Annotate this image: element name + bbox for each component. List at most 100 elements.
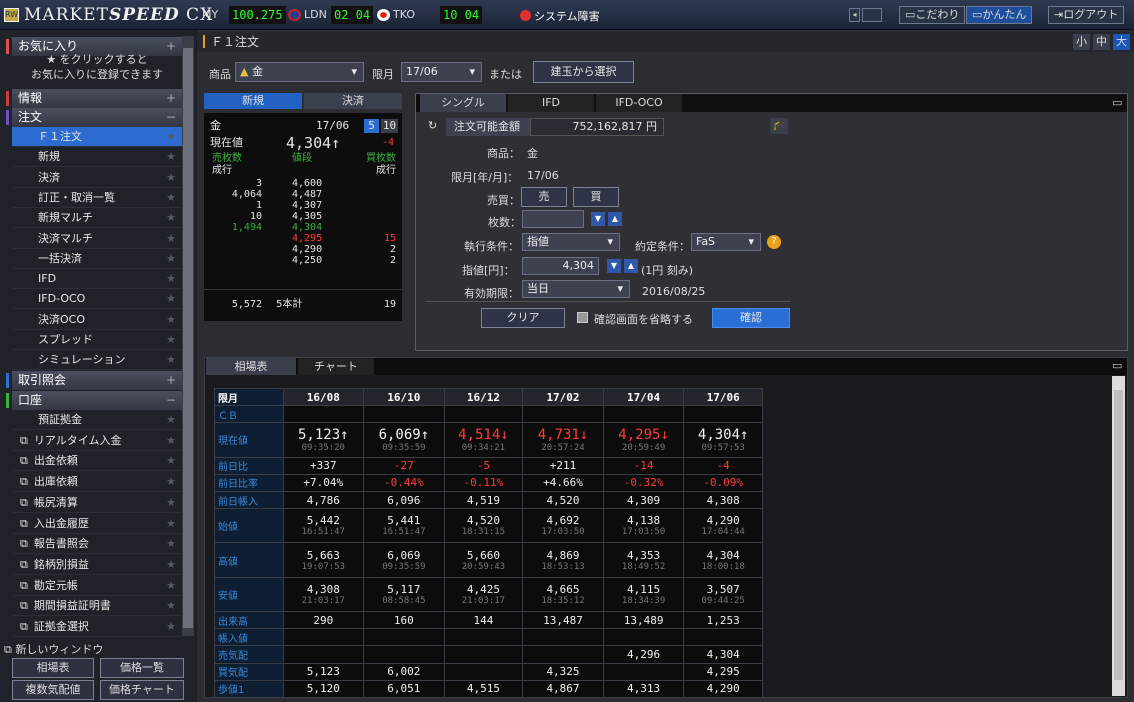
maximize-icon[interactable]: ▭ xyxy=(1112,96,1122,109)
tab-market-table[interactable]: 相場表 xyxy=(206,358,296,375)
star-icon[interactable]: ★ xyxy=(166,249,176,269)
select-from-position-button[interactable]: 建玉から選択 xyxy=(533,61,634,83)
sidebar-item-order-9[interactable]: 決済OCO ★ xyxy=(12,310,182,330)
sidebar-item-account-1[interactable]: ⧉ リアルタイム入金 ★ xyxy=(12,431,182,451)
sidebar-item-order-8[interactable]: IFD-OCO ★ xyxy=(12,289,182,310)
star-icon[interactable]: ★ xyxy=(166,350,176,370)
sidebar-cat-order[interactable]: 注文 − xyxy=(6,108,182,127)
qty-up-icon[interactable]: ▲ xyxy=(608,212,622,226)
sidebar-item-order-6[interactable]: 一括決済 ★ xyxy=(12,249,182,269)
sidebar-item-order-2[interactable]: 決済 ★ xyxy=(12,168,182,188)
kodawari-button[interactable]: ▭こだわり xyxy=(899,6,966,24)
star-icon[interactable]: ★ xyxy=(166,147,176,167)
product-select[interactable]: ▲ 金 ▾ xyxy=(235,62,364,82)
qty-input[interactable] xyxy=(522,210,584,228)
help-icon[interactable]: ? xyxy=(767,235,781,249)
star-icon[interactable]: ★ xyxy=(166,493,176,513)
star-icon[interactable]: ★ xyxy=(166,127,176,147)
logout-button[interactable]: ⇥ログアウト xyxy=(1048,6,1125,24)
sidebar-item-account-4[interactable]: ⧉ 帳尻清算 ★ xyxy=(12,493,182,513)
price-input[interactable]: 4,304 xyxy=(522,257,599,275)
sidebar-item-order-4[interactable]: 新規マルチ ★ xyxy=(12,208,182,229)
expiry-select[interactable]: 当日 ▾ xyxy=(522,280,630,298)
refresh-icon[interactable]: ↻ xyxy=(428,119,442,135)
size-medium-button[interactable]: 中 xyxy=(1093,34,1110,50)
tab-ifd[interactable]: IFD xyxy=(508,94,594,112)
month-select[interactable]: 17/06 ▾ xyxy=(401,62,482,82)
market-sell[interactable]: 成行 xyxy=(212,165,266,177)
tab-ifd-oco[interactable]: IFD-OCO xyxy=(596,94,682,112)
sidebar-item-order-1[interactable]: 新規 ★ xyxy=(12,147,182,168)
star-icon[interactable]: ★ xyxy=(166,208,176,228)
qty-down-icon[interactable]: ▼ xyxy=(591,212,605,226)
star-icon[interactable]: ★ xyxy=(166,596,176,616)
buy-button[interactable]: 買 xyxy=(573,187,619,207)
confirm-button[interactable]: 確認 xyxy=(712,308,790,328)
tab-close[interactable]: 決済 xyxy=(304,93,402,109)
system-alert-link[interactable]: システム障害 xyxy=(520,8,600,24)
tab-chart[interactable]: チャート xyxy=(298,358,374,375)
star-icon[interactable]: ★ xyxy=(166,269,176,289)
price-list-button[interactable]: 価格一覧 xyxy=(100,658,184,678)
star-icon[interactable]: ★ xyxy=(166,617,176,637)
tab-new[interactable]: 新規 xyxy=(204,93,302,109)
sidebar-cat-account[interactable]: 口座 − xyxy=(6,391,182,410)
size-small-button[interactable]: 小 xyxy=(1073,34,1090,50)
sidebar-item-account-0[interactable]: 預証拠金 ★ xyxy=(12,410,182,430)
star-icon[interactable]: ★ xyxy=(166,576,176,596)
sidebar-cat-info[interactable]: 情報 + xyxy=(6,89,182,108)
collapse-arrow-icon[interactable]: ◂ xyxy=(849,8,860,22)
star-icon[interactable]: ★ xyxy=(166,330,176,350)
market-table-button[interactable]: 相場表 xyxy=(12,658,94,678)
sidebar-item-account-6[interactable]: ⧉ 報告書照会 ★ xyxy=(12,534,182,555)
star-icon[interactable]: ★ xyxy=(166,188,176,208)
star-icon[interactable]: ★ xyxy=(166,289,176,309)
sidebar-item-order-3[interactable]: 訂正・取消一覧 ★ xyxy=(12,188,182,208)
star-icon[interactable]: ★ xyxy=(166,534,176,554)
price-up-icon[interactable]: ▲ xyxy=(624,259,638,273)
price-down-icon[interactable]: ▼ xyxy=(607,259,621,273)
multi-quote-button[interactable]: 複数気配値 xyxy=(12,680,94,700)
price-chart-button[interactable]: 価格チャート xyxy=(100,680,184,700)
sidebar-item-order-11[interactable]: シミュレーション ★ xyxy=(12,350,182,371)
sidebar-item-account-2[interactable]: ⧉ 出金依頼 ★ xyxy=(12,451,182,472)
skip-confirm-checkbox[interactable] xyxy=(577,312,588,323)
exec-select[interactable]: 指値 ▾ xyxy=(522,233,620,251)
star-icon[interactable]: ★ xyxy=(166,431,176,451)
star-icon[interactable]: ★ xyxy=(166,229,176,249)
sidebar-scroll-thumb[interactable] xyxy=(183,48,193,628)
sell-button[interactable]: 売 xyxy=(521,187,567,207)
sidebar-item-account-7[interactable]: ⧉ 銘柄別損益 ★ xyxy=(12,555,182,575)
sidebar-item-account-5[interactable]: ⧉ 入出金履歴 ★ xyxy=(12,514,182,534)
clear-button[interactable]: クリア xyxy=(481,308,565,328)
star-icon[interactable]: ★ xyxy=(166,168,176,188)
kantan-button[interactable]: ▭かんたん xyxy=(966,6,1033,24)
user-icon[interactable] xyxy=(862,8,882,22)
sidebar-cat-trade[interactable]: 取引照会 + xyxy=(6,371,182,390)
sidebar-item-account-3[interactable]: ⧉ 出庫依頼 ★ xyxy=(12,472,182,493)
sidebar-item-order-7[interactable]: IFD ★ xyxy=(12,269,182,290)
tab-single[interactable]: シングル xyxy=(420,94,506,112)
sidebar-item-order-10[interactable]: スプレッド ★ xyxy=(12,330,182,350)
graduation-cap-icon[interactable]: 🎓 xyxy=(770,118,788,134)
star-icon[interactable]: ★ xyxy=(166,514,176,534)
sidebar-item-account-8[interactable]: ⧉ 勘定元帳 ★ xyxy=(12,576,182,596)
star-icon[interactable]: ★ xyxy=(166,310,176,330)
sidebar-item-account-9[interactable]: ⧉ 期間損益証明書 ★ xyxy=(12,596,182,617)
star-icon[interactable]: ★ xyxy=(166,555,176,575)
cond-select[interactable]: FaS ▾ xyxy=(691,233,761,251)
sidebar-item-order-0[interactable]: Ｆ１注文 ★ xyxy=(12,127,182,147)
star-icon[interactable]: ★ xyxy=(166,451,176,471)
star-icon[interactable]: ★ xyxy=(166,472,176,492)
market-scroll-thumb[interactable] xyxy=(1114,390,1123,680)
size-large-button[interactable]: 大 xyxy=(1113,34,1130,50)
board-depth-10-button[interactable]: 10 xyxy=(381,119,398,133)
maximize-icon[interactable]: ▭ xyxy=(1112,359,1122,372)
sidebar-item-order-5[interactable]: 決済マルチ ★ xyxy=(12,229,182,249)
market-buy[interactable]: 成行 xyxy=(346,165,396,177)
star-icon[interactable]: ★ xyxy=(166,410,176,430)
order-book-row[interactable]: 4,250 2 xyxy=(204,255,402,267)
month-header: 16/10 xyxy=(363,387,445,407)
board-depth-5-button[interactable]: 5 xyxy=(364,119,379,133)
sidebar-item-account-10[interactable]: ⧉ 証拠金選択 ★ xyxy=(12,617,182,637)
